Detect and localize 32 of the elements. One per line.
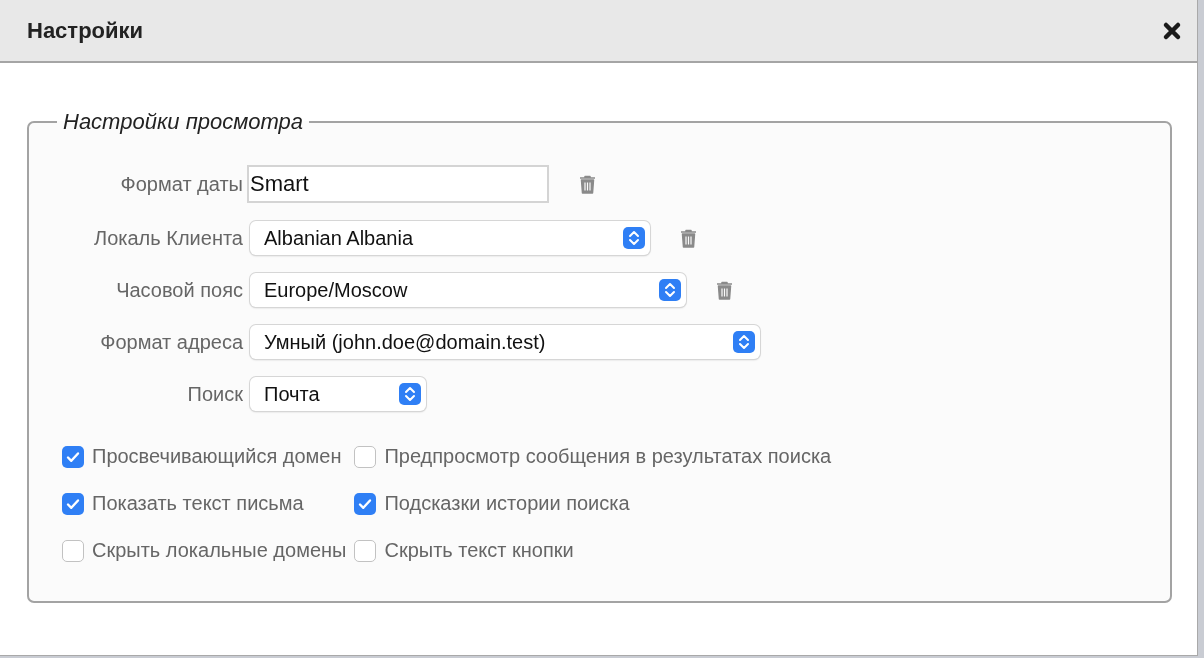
checkbox[interactable] [62, 492, 84, 515]
close-icon [1162, 20, 1182, 41]
field-label: Формат даты [119, 172, 244, 196]
field-label: Локаль Клиента [93, 226, 244, 250]
chevron-updown-icon [733, 331, 755, 353]
trash-icon[interactable] [716, 280, 733, 300]
field-label: Формат адреса [99, 330, 244, 354]
field-label: Часовой пояс [115, 278, 244, 302]
checkbox-label: Скрыть текст кнопки [384, 539, 574, 562]
checkbox[interactable] [62, 539, 84, 562]
checkbox[interactable] [354, 445, 377, 468]
chevron-updown-icon [399, 383, 421, 405]
dialog-title: Настройки [27, 17, 144, 44]
select-field[interactable]: Europe/Moscow [250, 273, 686, 307]
select-field[interactable]: Albanian Albania [250, 221, 650, 255]
checkbox-label: Предпросмотр сообщения в результатах поиска [384, 445, 832, 468]
checkbox-label: Просвечивающийся домен [92, 445, 342, 468]
select-field[interactable]: Почта [250, 377, 426, 411]
checkbox[interactable] [62, 445, 84, 468]
chevron-updown-icon [659, 279, 681, 301]
field-label: Поиск [186, 382, 244, 406]
checkbox-label: Показать текст письма [92, 492, 304, 515]
trash-icon[interactable] [579, 174, 596, 194]
checkbox[interactable] [354, 492, 377, 515]
trash-icon[interactable] [680, 228, 697, 248]
input-field[interactable]: Smart [247, 165, 549, 203]
panel-legend: Настройки просмотра [57, 109, 310, 135]
chevron-updown-icon [623, 227, 645, 249]
checkbox[interactable] [354, 539, 377, 562]
checkbox-label: Подсказки истории поиска [384, 492, 630, 515]
select-field[interactable]: Умный (john.doe@domain.test) [250, 325, 760, 359]
checkbox-label: Скрыть локальные домены [92, 539, 347, 562]
